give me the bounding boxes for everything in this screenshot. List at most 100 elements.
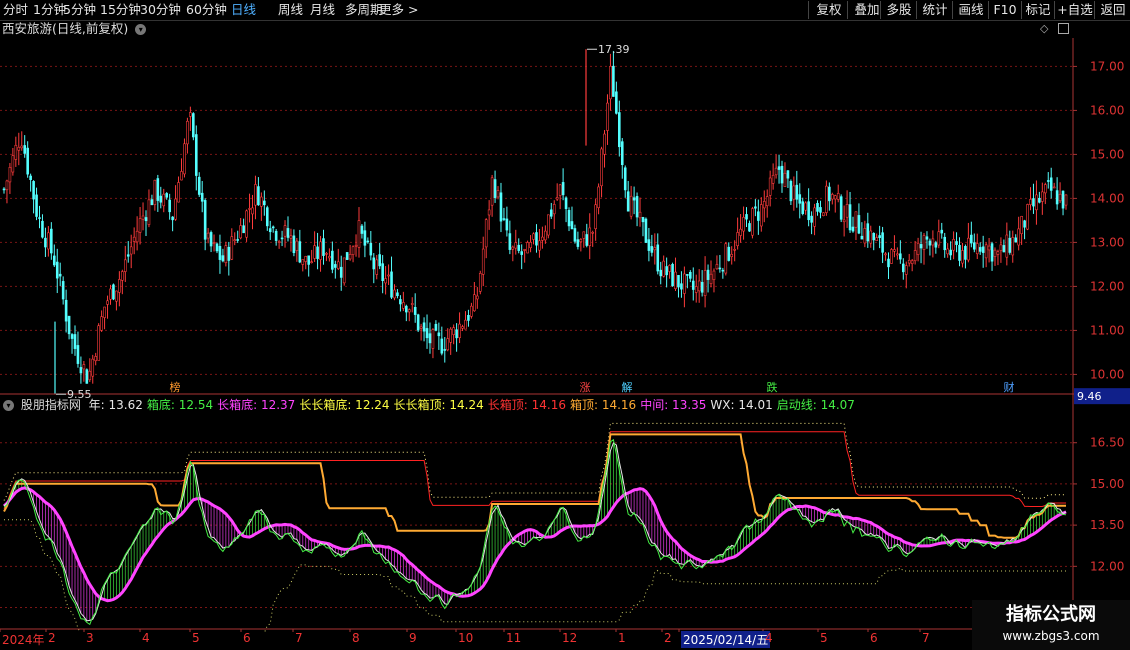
toolbar-button-8[interactable]: 返回 [1094,1,1130,19]
candle-body [683,273,686,294]
candle-body [893,249,896,252]
candle-body [984,244,988,259]
toolbar-button-5[interactable]: F10 [988,1,1021,19]
candle-body [828,186,831,202]
candle-body [594,204,597,230]
event-tag-1[interactable]: 涨 [578,381,592,395]
event-tag-3[interactable]: 跌 [765,381,779,395]
candle-body [975,243,979,255]
candle-body [41,220,44,238]
candle-body [192,113,195,138]
candle-body [901,263,905,273]
candle-body [928,240,932,246]
candle-body [653,247,657,251]
period-tab-1[interactable]: 1分钟 [33,1,66,19]
candle-body [70,334,74,339]
candle-body [760,204,763,227]
candle-body [189,112,192,117]
main-y-tick-label: 13.00 [1090,235,1124,249]
candle-body [567,210,571,227]
candle-body [88,370,92,381]
candle-body [715,264,719,270]
event-tag-2[interactable]: 解 [620,381,634,395]
candle-body [810,215,813,223]
candle-body [946,248,949,255]
candle-body [283,225,287,237]
candle-body [29,175,32,180]
candle-body [257,186,260,206]
x-axis-label-14: 2025/02/14/五 [681,631,771,648]
candle-body [706,269,710,280]
x-axis-label-8: 9 [409,631,417,645]
candle-body [570,221,574,230]
toolbar-button-2[interactable]: 多股 [880,1,917,19]
candle-body [487,209,491,216]
x-axis-label-16: 5 [820,631,828,645]
period-tab-6[interactable]: 日线 [231,1,256,19]
watermark-url: www.zbgs3.com [1002,629,1100,643]
main-y-tick-label: 15.00 [1090,147,1124,161]
toolbar-button-6[interactable]: 标记 [1021,1,1054,19]
candle-body [109,288,112,300]
candle-body [798,194,802,204]
candle-body [76,345,80,364]
candle-body [38,217,41,219]
candle-body [618,112,621,148]
period-tab-3[interactable]: 15分钟 [100,1,141,19]
candle-body [126,254,130,257]
candle-body [129,246,133,255]
x-axis-label-3: 4 [142,631,150,645]
candle-body [964,246,967,260]
candle-body [443,349,447,351]
candle-body [112,284,115,300]
candle-body [922,235,926,250]
candle-body [17,146,21,151]
candle-body [224,245,228,263]
indicator-lines [2,422,1067,632]
period-tab-7[interactable]: 周线 [278,1,303,19]
candle-body [907,259,911,264]
period-tab-0[interactable]: 分时 [3,1,28,19]
candle-body [656,244,660,272]
toolbar-button-4[interactable]: 画线 [952,1,989,19]
period-tab-2[interactable]: 5分钟 [63,1,96,19]
candle-body [751,208,754,236]
indicator-value-6: 箱顶: 14.16 [569,398,637,412]
event-tag-4[interactable]: 财 [1002,381,1016,395]
period-tab-5[interactable]: 60分钟 [186,1,227,19]
candle-body [904,265,908,275]
panel-toggle-icon[interactable] [1058,23,1069,34]
candle-body [774,167,778,176]
chart-canvas: 17.00 16.00 15.00 14.00 13.00 12.00 11.00 10.00… [0,38,1130,632]
candle-body [286,228,290,238]
event-tag-0[interactable]: 榜 [168,381,182,395]
chevron-down-icon[interactable]: ▾ [135,24,147,35]
candle-body [419,326,423,329]
toolbar-button-0[interactable]: 复权 [808,1,849,19]
candle-body [295,240,299,251]
candle-body [481,248,485,275]
candle-body [795,184,799,200]
candle-body [1061,190,1065,209]
candle-body [777,166,781,170]
toolbar-button-3[interactable]: 统计 [916,1,953,19]
indicator-y-tick-label: 15.00 [1090,477,1124,491]
chevron-down-icon[interactable]: ▾ [3,400,14,411]
period-tab-10[interactable]: 更多 > [379,1,418,19]
period-tab-9[interactable]: 多周期 [345,1,383,19]
toolbar-button-7[interactable]: +自选 [1054,1,1095,19]
candle-body [227,246,231,261]
candle-body [564,197,568,209]
period-tab-4[interactable]: 30分钟 [140,1,181,19]
candle-body [375,259,379,275]
candle-body [310,261,313,264]
candle-body [8,167,12,183]
candle-body [168,199,171,213]
candle-body [771,174,775,184]
diamond-icon[interactable]: ◇ [1040,22,1048,35]
long-long-bottom-line [4,519,1066,632]
candle-body [783,172,787,187]
candle-body [730,253,734,257]
candle-body [1032,198,1035,207]
period-tab-8[interactable]: 月线 [310,1,335,19]
